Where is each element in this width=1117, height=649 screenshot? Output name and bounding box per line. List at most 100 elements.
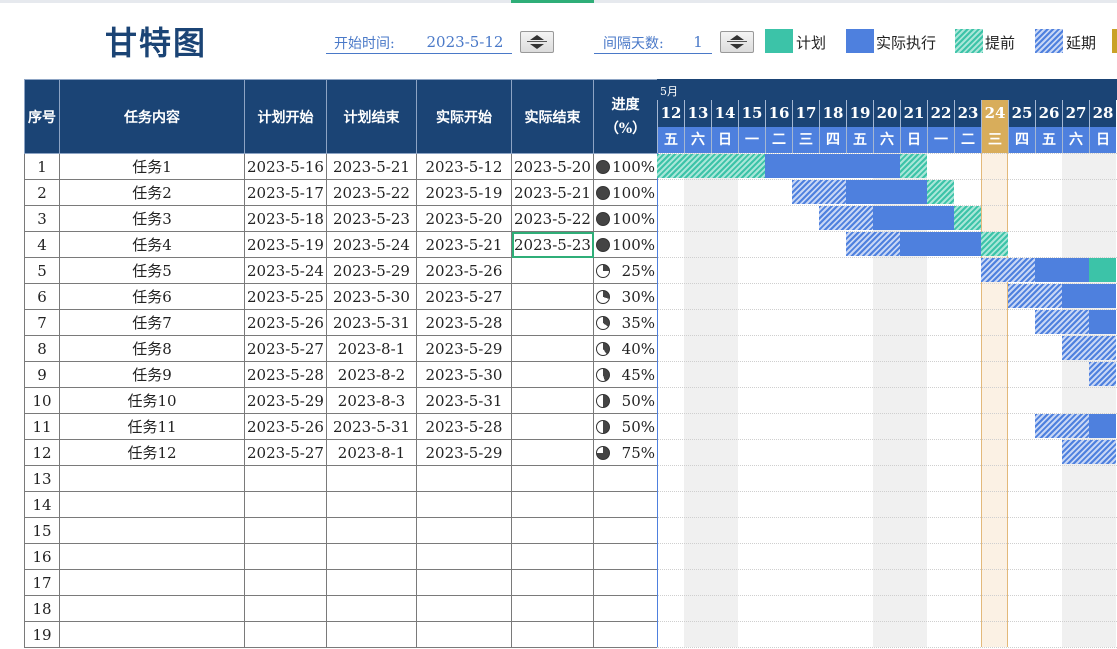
row-number-cell[interactable]: 15 (24, 517, 60, 544)
task-name-cell[interactable]: 任务12 (59, 439, 245, 466)
row-number-cell[interactable]: 9 (24, 361, 60, 388)
row-number-cell[interactable]: 3 (24, 205, 60, 232)
progress-cell[interactable]: 50% (593, 413, 658, 440)
actual-end-cell[interactable] (511, 543, 594, 570)
plan-end-cell[interactable] (326, 465, 417, 492)
actual-end-cell[interactable] (511, 309, 594, 336)
plan-end-cell[interactable] (326, 491, 417, 518)
plan-start-cell[interactable] (244, 543, 327, 570)
actual-end-cell[interactable] (511, 595, 594, 622)
actual-start-cell[interactable]: 2023-5-12 (416, 153, 512, 180)
actual-end-cell[interactable]: 2023-5-23 (511, 231, 594, 258)
plan-end-cell[interactable]: 2023-5-29 (326, 257, 417, 284)
actual-end-cell[interactable] (511, 491, 594, 518)
actual-start-cell[interactable] (416, 595, 512, 622)
plan-start-cell[interactable]: 2023-5-27 (244, 335, 327, 362)
task-name-cell[interactable] (59, 621, 245, 648)
plan-end-cell[interactable] (326, 621, 417, 648)
col-header-task[interactable]: 任务内容 (59, 79, 245, 154)
progress-cell[interactable]: 100% (593, 205, 658, 232)
row-number-cell[interactable]: 14 (24, 491, 60, 518)
progress-cell[interactable]: 100% (593, 231, 658, 258)
plan-start-cell[interactable] (244, 517, 327, 544)
row-number-cell[interactable]: 4 (24, 231, 60, 258)
task-name-cell[interactable] (59, 543, 245, 570)
start-time-value[interactable]: 2023-5-12 (420, 33, 510, 51)
row-number-cell[interactable]: 10 (24, 387, 60, 414)
task-name-cell[interactable]: 任务2 (59, 179, 245, 206)
col-header-actual-end[interactable]: 实际结束 (511, 79, 594, 154)
plan-end-cell[interactable] (326, 543, 417, 570)
plan-start-cell[interactable] (244, 491, 327, 518)
actual-start-cell[interactable]: 2023-5-31 (416, 387, 512, 414)
progress-cell[interactable] (593, 621, 658, 648)
plan-start-cell[interactable]: 2023-5-24 (244, 257, 327, 284)
actual-start-cell[interactable]: 2023-5-30 (416, 361, 512, 388)
plan-start-cell[interactable]: 2023-5-17 (244, 179, 327, 206)
spin-up-icon[interactable] (730, 35, 744, 40)
start-time-spinner[interactable] (520, 31, 554, 53)
plan-end-cell[interactable]: 2023-5-22 (326, 179, 417, 206)
progress-cell[interactable] (593, 465, 658, 492)
task-name-cell[interactable]: 任务9 (59, 361, 245, 388)
plan-start-cell[interactable]: 2023-5-25 (244, 283, 327, 310)
task-name-cell[interactable]: 任务4 (59, 231, 245, 258)
actual-end-cell[interactable]: 2023-5-20 (511, 153, 594, 180)
task-name-cell[interactable]: 任务8 (59, 335, 245, 362)
actual-end-cell[interactable] (511, 439, 594, 466)
actual-start-cell[interactable]: 2023-5-21 (416, 231, 512, 258)
row-number-cell[interactable]: 18 (24, 595, 60, 622)
actual-end-cell[interactable]: 2023-5-21 (511, 179, 594, 206)
actual-start-cell[interactable] (416, 569, 512, 596)
actual-start-cell[interactable] (416, 517, 512, 544)
task-name-cell[interactable]: 任务11 (59, 413, 245, 440)
col-header-plan-end[interactable]: 计划结束 (326, 79, 417, 154)
col-header-actual-start[interactable]: 实际开始 (416, 79, 512, 154)
progress-cell[interactable]: 75% (593, 439, 658, 466)
interval-spinner[interactable] (720, 31, 754, 53)
actual-end-cell[interactable] (511, 621, 594, 648)
row-number-cell[interactable]: 6 (24, 283, 60, 310)
actual-end-cell[interactable] (511, 283, 594, 310)
progress-cell[interactable]: 35% (593, 309, 658, 336)
actual-start-cell[interactable]: 2023-5-28 (416, 309, 512, 336)
actual-start-cell[interactable]: 2023-5-19 (416, 179, 512, 206)
plan-start-cell[interactable]: 2023-5-19 (244, 231, 327, 258)
plan-start-cell[interactable]: 2023-5-26 (244, 413, 327, 440)
plan-end-cell[interactable]: 2023-8-1 (326, 335, 417, 362)
task-name-cell[interactable] (59, 595, 245, 622)
col-header-plan-start[interactable]: 计划开始 (244, 79, 327, 154)
actual-start-cell[interactable]: 2023-5-29 (416, 335, 512, 362)
plan-start-cell[interactable] (244, 621, 327, 648)
actual-end-cell[interactable] (511, 335, 594, 362)
task-name-cell[interactable]: 任务6 (59, 283, 245, 310)
plan-start-cell[interactable]: 2023-5-16 (244, 153, 327, 180)
progress-cell[interactable] (593, 595, 658, 622)
actual-end-cell[interactable] (511, 569, 594, 596)
actual-start-cell[interactable]: 2023-5-26 (416, 257, 512, 284)
col-header-no[interactable]: 序号 (24, 79, 60, 154)
actual-start-cell[interactable] (416, 621, 512, 648)
plan-end-cell[interactable]: 2023-5-31 (326, 413, 417, 440)
actual-start-cell[interactable] (416, 543, 512, 570)
progress-cell[interactable]: 40% (593, 335, 658, 362)
row-number-cell[interactable]: 7 (24, 309, 60, 336)
progress-cell[interactable] (593, 517, 658, 544)
actual-start-cell[interactable] (416, 465, 512, 492)
progress-cell[interactable] (593, 569, 658, 596)
plan-end-cell[interactable]: 2023-8-3 (326, 387, 417, 414)
plan-start-cell[interactable] (244, 595, 327, 622)
progress-cell[interactable]: 100% (593, 179, 658, 206)
spin-down-icon[interactable] (730, 44, 744, 49)
task-name-cell[interactable] (59, 517, 245, 544)
row-number-cell[interactable]: 16 (24, 543, 60, 570)
actual-start-cell[interactable]: 2023-5-27 (416, 283, 512, 310)
actual-end-cell[interactable] (511, 257, 594, 284)
progress-cell[interactable] (593, 491, 658, 518)
plan-end-cell[interactable]: 2023-5-24 (326, 231, 417, 258)
plan-end-cell[interactable]: 2023-5-30 (326, 283, 417, 310)
row-number-cell[interactable]: 1 (24, 153, 60, 180)
task-name-cell[interactable]: 任务7 (59, 309, 245, 336)
plan-start-cell[interactable] (244, 569, 327, 596)
actual-start-cell[interactable] (416, 491, 512, 518)
